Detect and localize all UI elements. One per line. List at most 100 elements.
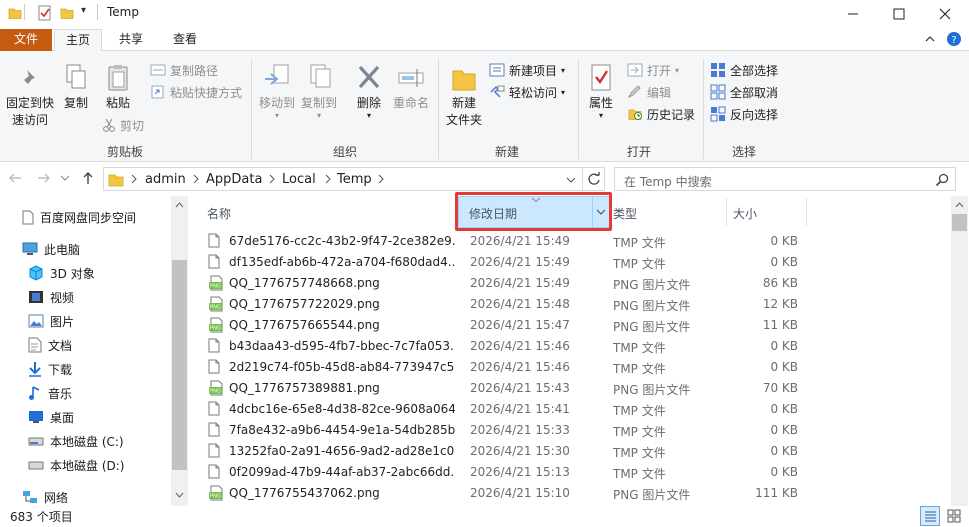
file-row[interactable]: PNG QQ_1776757389881.png 2026/4/21 15:43 PN… xyxy=(190,378,950,399)
nav-item-music[interactable]: 音乐 xyxy=(0,381,170,405)
file-row[interactable]: df135edf-ab6b-472a-a704-f680dad4... 2026/… xyxy=(190,252,950,273)
column-header-name[interactable]: 名称 xyxy=(207,198,447,228)
nav-scroll-thumb[interactable] xyxy=(172,260,187,470)
minimize-button[interactable] xyxy=(830,0,876,27)
file-row[interactable]: PNG QQ_1776755437062.png 2026/4/21 15:10 PN… xyxy=(190,483,950,504)
breadcrumb-admin[interactable]: admin xyxy=(145,172,186,187)
file-row[interactable]: PNG QQ_1776757665544.png 2026/4/21 15:47 PN… xyxy=(190,315,950,336)
history-button[interactable]: 历史记录 xyxy=(627,104,695,124)
tab-home[interactable]: 主页 xyxy=(54,29,102,52)
nav-item-videos[interactable]: 视频 xyxy=(0,285,170,309)
search-icon[interactable] xyxy=(935,173,949,187)
file-row[interactable]: 0f2099ad-47b9-44af-ab37-2abc66dd... 2026/… xyxy=(190,462,950,483)
file-row[interactable]: PNG QQ_1776757722029.png 2026/4/21 15:48 PN… xyxy=(190,294,950,315)
tab-view[interactable]: 查看 xyxy=(160,29,210,51)
nav-scrollbar[interactable] xyxy=(171,196,188,506)
column-separator[interactable] xyxy=(726,198,727,226)
nav-item-downloads[interactable]: 下载 xyxy=(0,357,170,381)
chevron-right-icon[interactable] xyxy=(192,174,200,184)
file-list-scrollbar[interactable] xyxy=(951,196,968,506)
tab-share[interactable]: 共享 xyxy=(106,29,156,51)
details-view-button[interactable] xyxy=(920,506,940,526)
move-to-button[interactable]: 移动到 ▾ xyxy=(256,63,298,120)
nav-item-drive-c[interactable]: 本地磁盘 (C:) xyxy=(0,429,170,453)
up-arrow-icon[interactable] xyxy=(82,171,94,185)
tmp-file-icon xyxy=(208,359,220,374)
breadcrumb-local[interactable]: Local xyxy=(282,172,316,187)
address-bar[interactable]: admin AppData Local Temp xyxy=(103,167,583,191)
chevron-right-icon[interactable] xyxy=(130,174,138,184)
file-row[interactable]: 7fa8e432-a9b6-4454-9e1a-54db285b... 2026/… xyxy=(190,420,950,441)
ribbon-tabs: 文件 主页 共享 查看 ? xyxy=(0,29,969,52)
breadcrumb-appdata[interactable]: AppData xyxy=(206,172,262,187)
rename-button[interactable]: 重命名 xyxy=(390,63,432,112)
file-row[interactable]: PNG QQ_1776757748668.png 2026/4/21 15:49 PN… xyxy=(190,273,950,294)
file-size: 0 KB xyxy=(770,465,798,479)
file-modified-date: 2026/4/21 15:30 xyxy=(470,444,570,458)
address-dropdown-icon[interactable] xyxy=(566,176,576,184)
paste-shortcut-button[interactable]: 粘贴快捷方式 xyxy=(150,82,242,102)
search-box[interactable]: 在 Temp 中搜索 xyxy=(614,167,956,191)
folder-icon xyxy=(108,171,124,187)
nav-item-baidu-sync[interactable]: 百度网盘同步空间 xyxy=(0,205,170,229)
chevron-up-icon[interactable] xyxy=(924,33,936,45)
nav-item-pictures[interactable]: 图片 xyxy=(0,309,170,333)
invert-selection-button[interactable]: 反向选择 xyxy=(710,104,778,124)
recent-dropdown-icon[interactable] xyxy=(60,174,70,182)
nav-item-documents[interactable]: 文档 xyxy=(0,333,170,357)
file-row[interactable]: 67de5176-cc2c-43b2-9f47-2ce382e9... 2026/… xyxy=(190,231,950,252)
nav-item-drive-d[interactable]: 本地磁盘 (D:) xyxy=(0,453,170,477)
new-item-button[interactable]: 新建项目 ▾ xyxy=(489,60,565,80)
open-group-title: 打开 xyxy=(626,145,651,159)
tab-file[interactable]: 文件 xyxy=(0,29,52,51)
select-none-button[interactable]: 全部取消 xyxy=(710,82,778,102)
new-folder-button[interactable]: 新建 文件夹 xyxy=(442,63,486,129)
properties-quick-icon[interactable] xyxy=(37,5,53,21)
back-arrow-icon[interactable] xyxy=(8,172,22,184)
file-row[interactable]: 13252fa0-2a91-4656-9ad2-ad28e1c0... 2026/… xyxy=(190,441,950,462)
properties-button[interactable]: 属性 ▾ xyxy=(583,63,619,120)
search-input[interactable]: 在 Temp 中搜索 xyxy=(624,173,712,190)
chevron-right-icon[interactable] xyxy=(377,174,385,184)
file-scroll-thumb[interactable] xyxy=(952,214,967,231)
file-name: 7fa8e432-a9b6-4454-9e1a-54db285b... xyxy=(229,423,455,437)
maximize-button[interactable] xyxy=(876,0,922,27)
column-header-size[interactable]: 大小 xyxy=(733,198,803,228)
column-separator[interactable] xyxy=(806,198,807,226)
nav-item-3d-objects[interactable]: 3D 对象 xyxy=(0,261,170,285)
select-all-button[interactable]: 全部选择 xyxy=(710,60,778,80)
new-folder-quick-icon[interactable] xyxy=(60,6,74,20)
quick-access-dropdown[interactable]: ▾ xyxy=(81,5,86,16)
chevron-right-icon[interactable] xyxy=(324,174,332,184)
nav-item-desktop[interactable]: 桌面 xyxy=(0,405,170,429)
edit-button[interactable]: 编辑 xyxy=(627,82,671,102)
open-button[interactable]: 打开 ▾ xyxy=(627,60,679,80)
file-row[interactable]: 4dcbc16e-65e8-4d38-82ce-9608a064... 2026/… xyxy=(190,399,950,420)
paste-button[interactable]: 粘贴 xyxy=(102,63,134,112)
cut-button[interactable]: 剪切 xyxy=(102,115,144,135)
forward-arrow-icon[interactable] xyxy=(37,172,51,184)
column-header-type[interactable]: 类型 xyxy=(613,198,723,228)
copy-button[interactable]: 复制 xyxy=(60,63,92,112)
pin-to-quick-access-button[interactable]: 固定到快 速访问 xyxy=(2,67,58,129)
scroll-up-icon[interactable] xyxy=(175,202,184,208)
refresh-button[interactable] xyxy=(583,167,605,191)
nav-item-this-pc[interactable]: 此电脑 xyxy=(0,237,170,261)
help-icon[interactable]: ? xyxy=(946,31,962,47)
close-button[interactable] xyxy=(922,0,968,27)
scroll-up-icon[interactable] xyxy=(955,202,964,208)
scroll-down-icon[interactable] xyxy=(175,492,184,498)
tmp-file-icon xyxy=(208,338,220,353)
file-row[interactable]: b43daa43-d595-4fb7-bbec-7c7fa053... 2026/… xyxy=(190,336,950,357)
delete-button[interactable]: 删除 ▾ xyxy=(352,63,386,120)
easy-access-button[interactable]: 轻松访问 ▾ xyxy=(489,82,565,102)
breadcrumb-temp[interactable]: Temp xyxy=(337,172,372,187)
file-row[interactable]: 2d219c74-f05b-45d8-ab84-773947c5... 2026/… xyxy=(190,357,950,378)
file-modified-date: 2026/4/21 15:10 xyxy=(470,486,570,500)
copy-path-button[interactable]: 复制路径 xyxy=(150,60,218,80)
large-icons-view-button[interactable] xyxy=(944,506,964,526)
nav-item-label: 本地磁盘 (D:) xyxy=(50,458,125,473)
paste-icon xyxy=(106,63,130,93)
copy-to-button[interactable]: 复制到 ▾ xyxy=(298,63,340,120)
chevron-right-icon[interactable] xyxy=(268,174,276,184)
